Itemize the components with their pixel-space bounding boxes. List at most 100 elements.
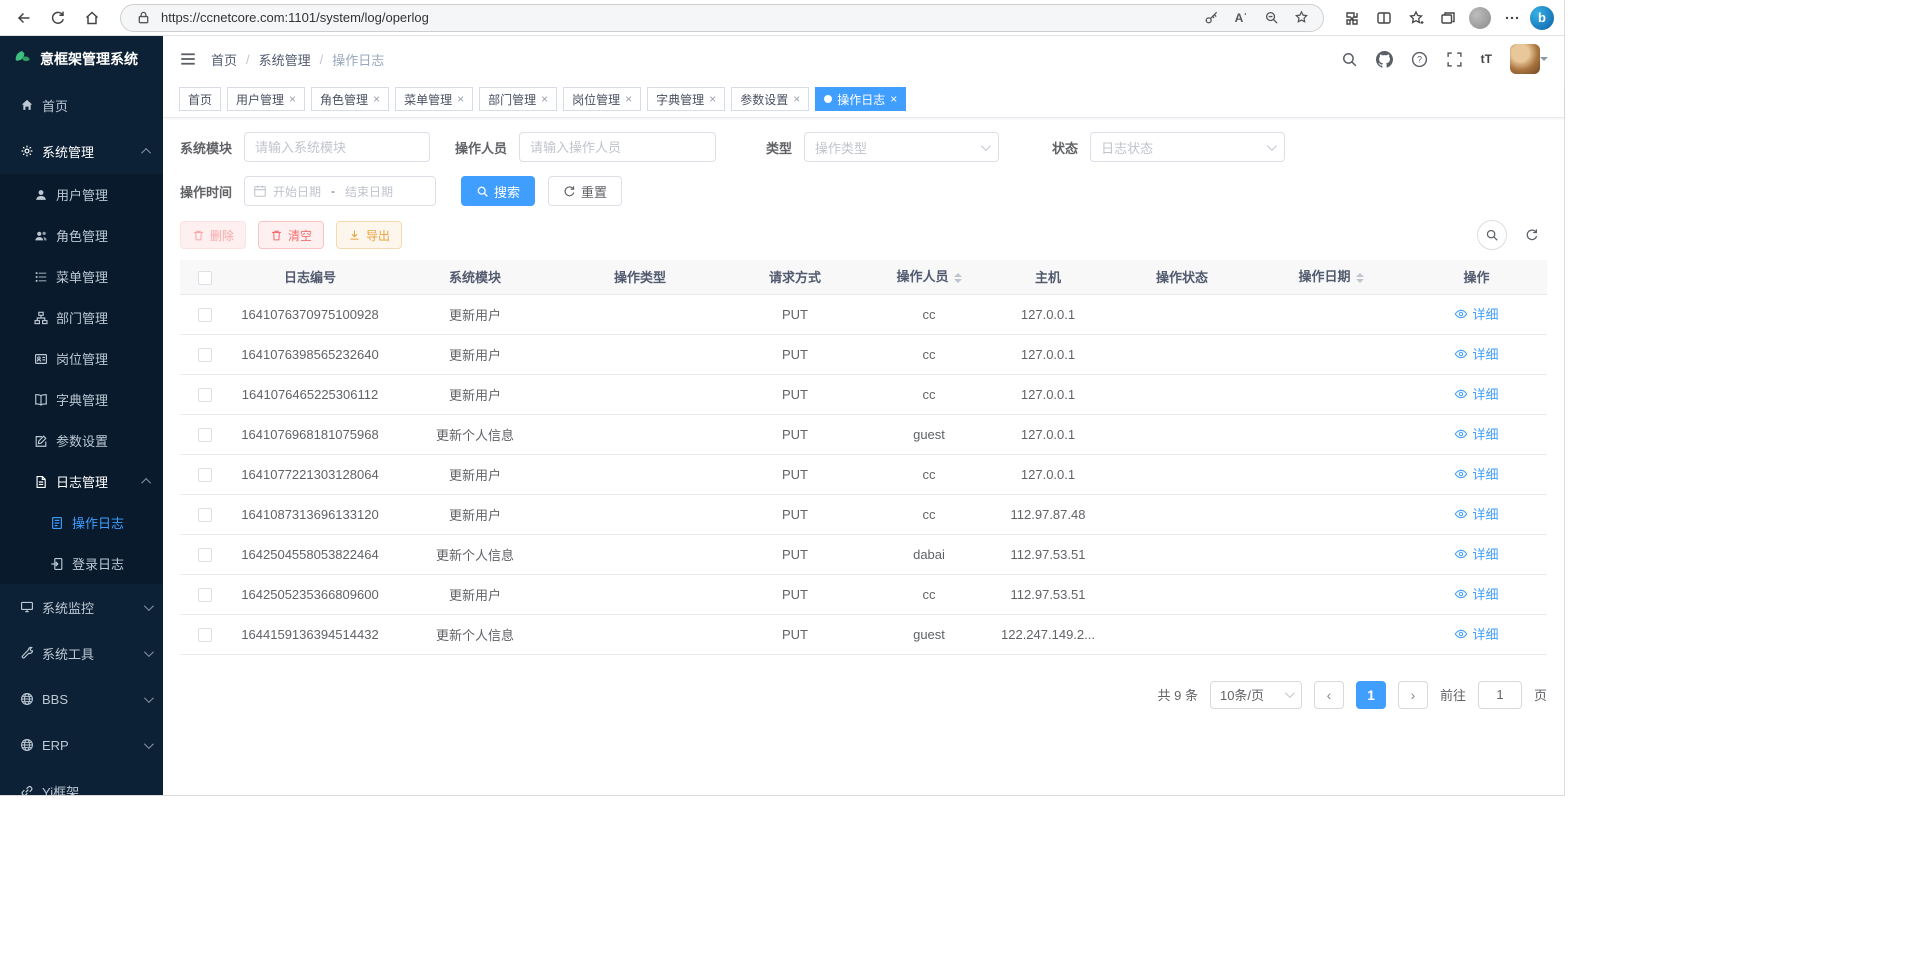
row-checkbox[interactable] [198,588,212,602]
tab-menu[interactable]: 菜单管理 [395,87,473,111]
close-icon[interactable] [457,93,464,105]
sidebar-item-post[interactable]: 岗位管理 [0,338,163,379]
close-icon[interactable] [890,93,897,105]
refresh-table-button[interactable] [1517,220,1547,250]
row-checkbox[interactable] [198,428,212,442]
export-button[interactable]: 导出 [336,221,402,249]
detail-link[interactable]: 详细 [1454,624,1498,643]
sidebar-item-loginlog[interactable]: 登录日志 [0,543,163,584]
collections-icon[interactable] [1434,4,1462,32]
row-checkbox[interactable] [198,308,212,322]
col-operator[interactable]: 操作人员 [870,260,988,294]
breadcrumb-home[interactable]: 首页 [211,50,237,69]
read-aloud-icon[interactable]: Aʾ [1229,6,1253,30]
module-input[interactable] [244,132,430,162]
fullscreen-icon[interactable] [1446,51,1463,68]
extensions-icon[interactable] [1338,4,1366,32]
favorites-bar-icon[interactable] [1402,4,1430,32]
sidebar-item-tools[interactable]: 系统工具 [0,630,163,676]
user-avatar[interactable] [1510,44,1548,74]
tab-post[interactable]: 岗位管理 [563,87,641,111]
row-checkbox[interactable] [198,468,212,482]
help-icon[interactable]: ? [1411,51,1428,68]
col-date[interactable]: 操作日期 [1256,260,1406,294]
tab-user[interactable]: 用户管理 [227,87,305,111]
end-date-field[interactable]: 结束日期 [345,183,393,200]
date-range-picker[interactable]: 开始日期 - 结束日期 [244,176,436,206]
sidebar-item-system[interactable]: 系统管理 [0,128,163,174]
detail-link[interactable]: 详细 [1454,344,1498,363]
reset-button[interactable]: 重置 [548,176,622,206]
breadcrumb-system[interactable]: 系统管理 [259,50,311,69]
status-select[interactable]: 日志状态 [1090,132,1285,162]
split-screen-icon[interactable] [1370,4,1398,32]
close-icon[interactable] [373,93,380,105]
browser-menu-dots-icon[interactable] [1498,4,1526,32]
sidebar-item-user[interactable]: 用户管理 [0,174,163,215]
next-page-button[interactable] [1398,681,1428,709]
browser-back-button[interactable] [10,4,38,32]
type-select[interactable]: 操作类型 [804,132,999,162]
close-icon[interactable] [289,93,296,105]
detail-link[interactable]: 详细 [1454,464,1498,483]
github-icon[interactable] [1376,51,1393,68]
detail-link[interactable]: 详细 [1454,424,1498,443]
delete-button[interactable]: 删除 [180,221,246,249]
browser-profile-avatar[interactable] [1466,4,1494,32]
page-size-select[interactable]: 10条/页 [1210,681,1302,709]
sidebar-item-yi[interactable]: Yi框架 [0,768,163,795]
sidebar-item-menu[interactable]: 菜单管理 [0,256,163,297]
search-button[interactable]: 搜索 [461,176,535,206]
sidebar-item-operlog[interactable]: 操作日志 [0,502,163,543]
sidebar-item-dept[interactable]: 部门管理 [0,297,163,338]
sidebar-item-param[interactable]: 参数设置 [0,420,163,461]
row-checkbox[interactable] [198,628,212,642]
page-1-button[interactable]: 1 [1356,681,1386,709]
detail-link[interactable]: 详细 [1454,304,1498,323]
sidebar-toggle-icon[interactable] [179,50,197,68]
sidebar-item-erp[interactable]: ERP [0,722,163,768]
zoom-out-icon[interactable] [1259,6,1283,30]
header-search-icon[interactable] [1341,51,1358,68]
favorite-star-icon[interactable] [1289,6,1313,30]
sidebar-item-dict[interactable]: 字典管理 [0,379,163,420]
select-all-checkbox[interactable] [198,271,212,285]
password-key-icon[interactable] [1199,6,1223,30]
row-checkbox[interactable] [198,508,212,522]
sort-icon[interactable] [954,269,962,287]
tab-dept[interactable]: 部门管理 [479,87,557,111]
sidebar-item-monitor[interactable]: 系统监控 [0,584,163,630]
browser-home-button[interactable] [78,4,106,32]
tab-dict[interactable]: 字典管理 [647,87,725,111]
toggle-search-button[interactable] [1477,220,1507,250]
font-size-icon[interactable]: tT [1481,52,1492,66]
url-text[interactable]: https://ccnetcore.com:1101/system/log/op… [161,10,1193,25]
tab-param[interactable]: 参数设置 [731,87,809,111]
sidebar-item-home[interactable]: 首页 [0,82,163,128]
row-checkbox[interactable] [198,388,212,402]
prev-page-button[interactable] [1314,681,1344,709]
tab-operlog[interactable]: 操作日志 [815,87,906,111]
detail-link[interactable]: 详细 [1454,504,1498,523]
detail-link[interactable]: 详细 [1454,384,1498,403]
row-checkbox[interactable] [198,348,212,362]
operator-input[interactable] [519,132,716,162]
bing-icon[interactable]: b [1530,6,1554,30]
start-date-field[interactable]: 开始日期 [273,183,321,200]
browser-refresh-button[interactable] [44,4,72,32]
sidebar-item-role[interactable]: 角色管理 [0,215,163,256]
avatar[interactable] [1510,44,1540,74]
sidebar-item-log[interactable]: 日志管理 [0,461,163,502]
clear-button[interactable]: 清空 [258,221,324,249]
goto-page-input[interactable] [1478,681,1522,709]
address-bar[interactable]: https://ccnetcore.com:1101/system/log/op… [120,4,1324,32]
close-icon[interactable] [793,93,800,105]
sidebar-item-bbs[interactable]: BBS [0,676,163,722]
close-icon[interactable] [709,93,716,105]
tab-home[interactable]: 首页 [179,87,221,111]
close-icon[interactable] [625,93,632,105]
detail-link[interactable]: 详细 [1454,584,1498,603]
tab-role[interactable]: 角色管理 [311,87,389,111]
detail-link[interactable]: 详细 [1454,544,1498,563]
row-checkbox[interactable] [198,548,212,562]
